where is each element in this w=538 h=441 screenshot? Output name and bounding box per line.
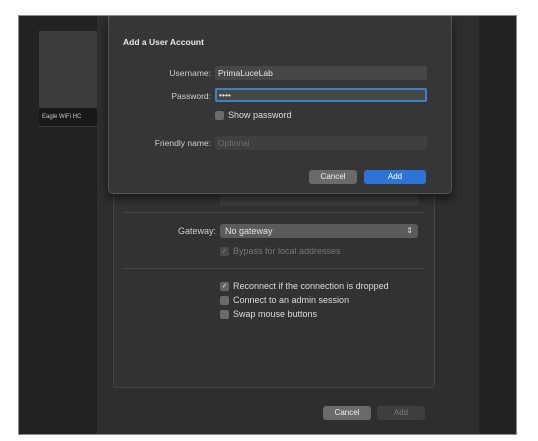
gateway-label: Gateway: <box>177 226 216 236</box>
separator <box>124 212 424 213</box>
dialog-cancel-button[interactable]: Cancel <box>309 170 357 184</box>
swap-mouse-label: Swap mouse buttons <box>233 309 318 319</box>
admin-session-label: Connect to an admin session <box>233 295 350 305</box>
username-label: Username: <box>169 68 211 78</box>
bypass-label: Bypass for local addresses <box>233 246 341 256</box>
separator <box>124 268 424 269</box>
checkbox-icon[interactable] <box>215 110 224 120</box>
checkbox-icon[interactable] <box>220 309 229 319</box>
checkbox-icon[interactable] <box>220 295 229 305</box>
gateway-popup[interactable]: No gateway ⇕ <box>220 224 418 238</box>
password-value: •••• <box>219 90 231 100</box>
gateway-value: No gateway <box>225 226 273 236</box>
reconnect-checkbox[interactable]: ✓ Reconnect if the connection is dropped <box>220 281 389 291</box>
friendly-name-field[interactable]: Optional <box>215 136 427 150</box>
dialog-title: Add a User Account <box>123 37 204 47</box>
add-user-account-dialog: Add a User Account Username: PrimaLuceLa… <box>108 16 452 194</box>
bypass-checkbox: ✓ Bypass for local addresses <box>220 246 341 256</box>
pc-thumbnail-label: Eagle WiFi HC <box>39 108 101 126</box>
app-window: Eagle WiFi HC Gateway: No gateway ⇕ ✓ By… <box>18 15 517 435</box>
updown-arrows-icon: ⇕ <box>406 226 413 235</box>
show-password-label: Show password <box>228 110 292 120</box>
password-label: Password: <box>171 91 211 101</box>
reconnect-label: Reconnect if the connection is dropped <box>233 281 389 291</box>
username-value: PrimaLuceLab <box>218 68 273 78</box>
checkbox-checked-icon[interactable]: ✓ <box>220 281 229 291</box>
friendly-name-placeholder: Optional <box>218 138 250 148</box>
swap-mouse-checkbox[interactable]: Swap mouse buttons <box>220 309 317 319</box>
friendly-name-label: Friendly name: <box>154 138 211 148</box>
show-password-checkbox[interactable]: Show password <box>215 110 292 120</box>
username-field[interactable]: PrimaLuceLab <box>215 66 427 80</box>
password-field[interactable]: •••• <box>215 88 427 102</box>
checkbox-disabled-icon: ✓ <box>220 246 229 256</box>
add-button-disabled: Add <box>377 406 425 420</box>
cancel-button[interactable]: Cancel <box>323 406 371 420</box>
admin-session-checkbox[interactable]: Connect to an admin session <box>220 295 349 305</box>
user-account-popup[interactable] <box>220 192 418 206</box>
dialog-add-button[interactable]: Add <box>364 170 426 184</box>
window-background-right <box>479 16 516 434</box>
